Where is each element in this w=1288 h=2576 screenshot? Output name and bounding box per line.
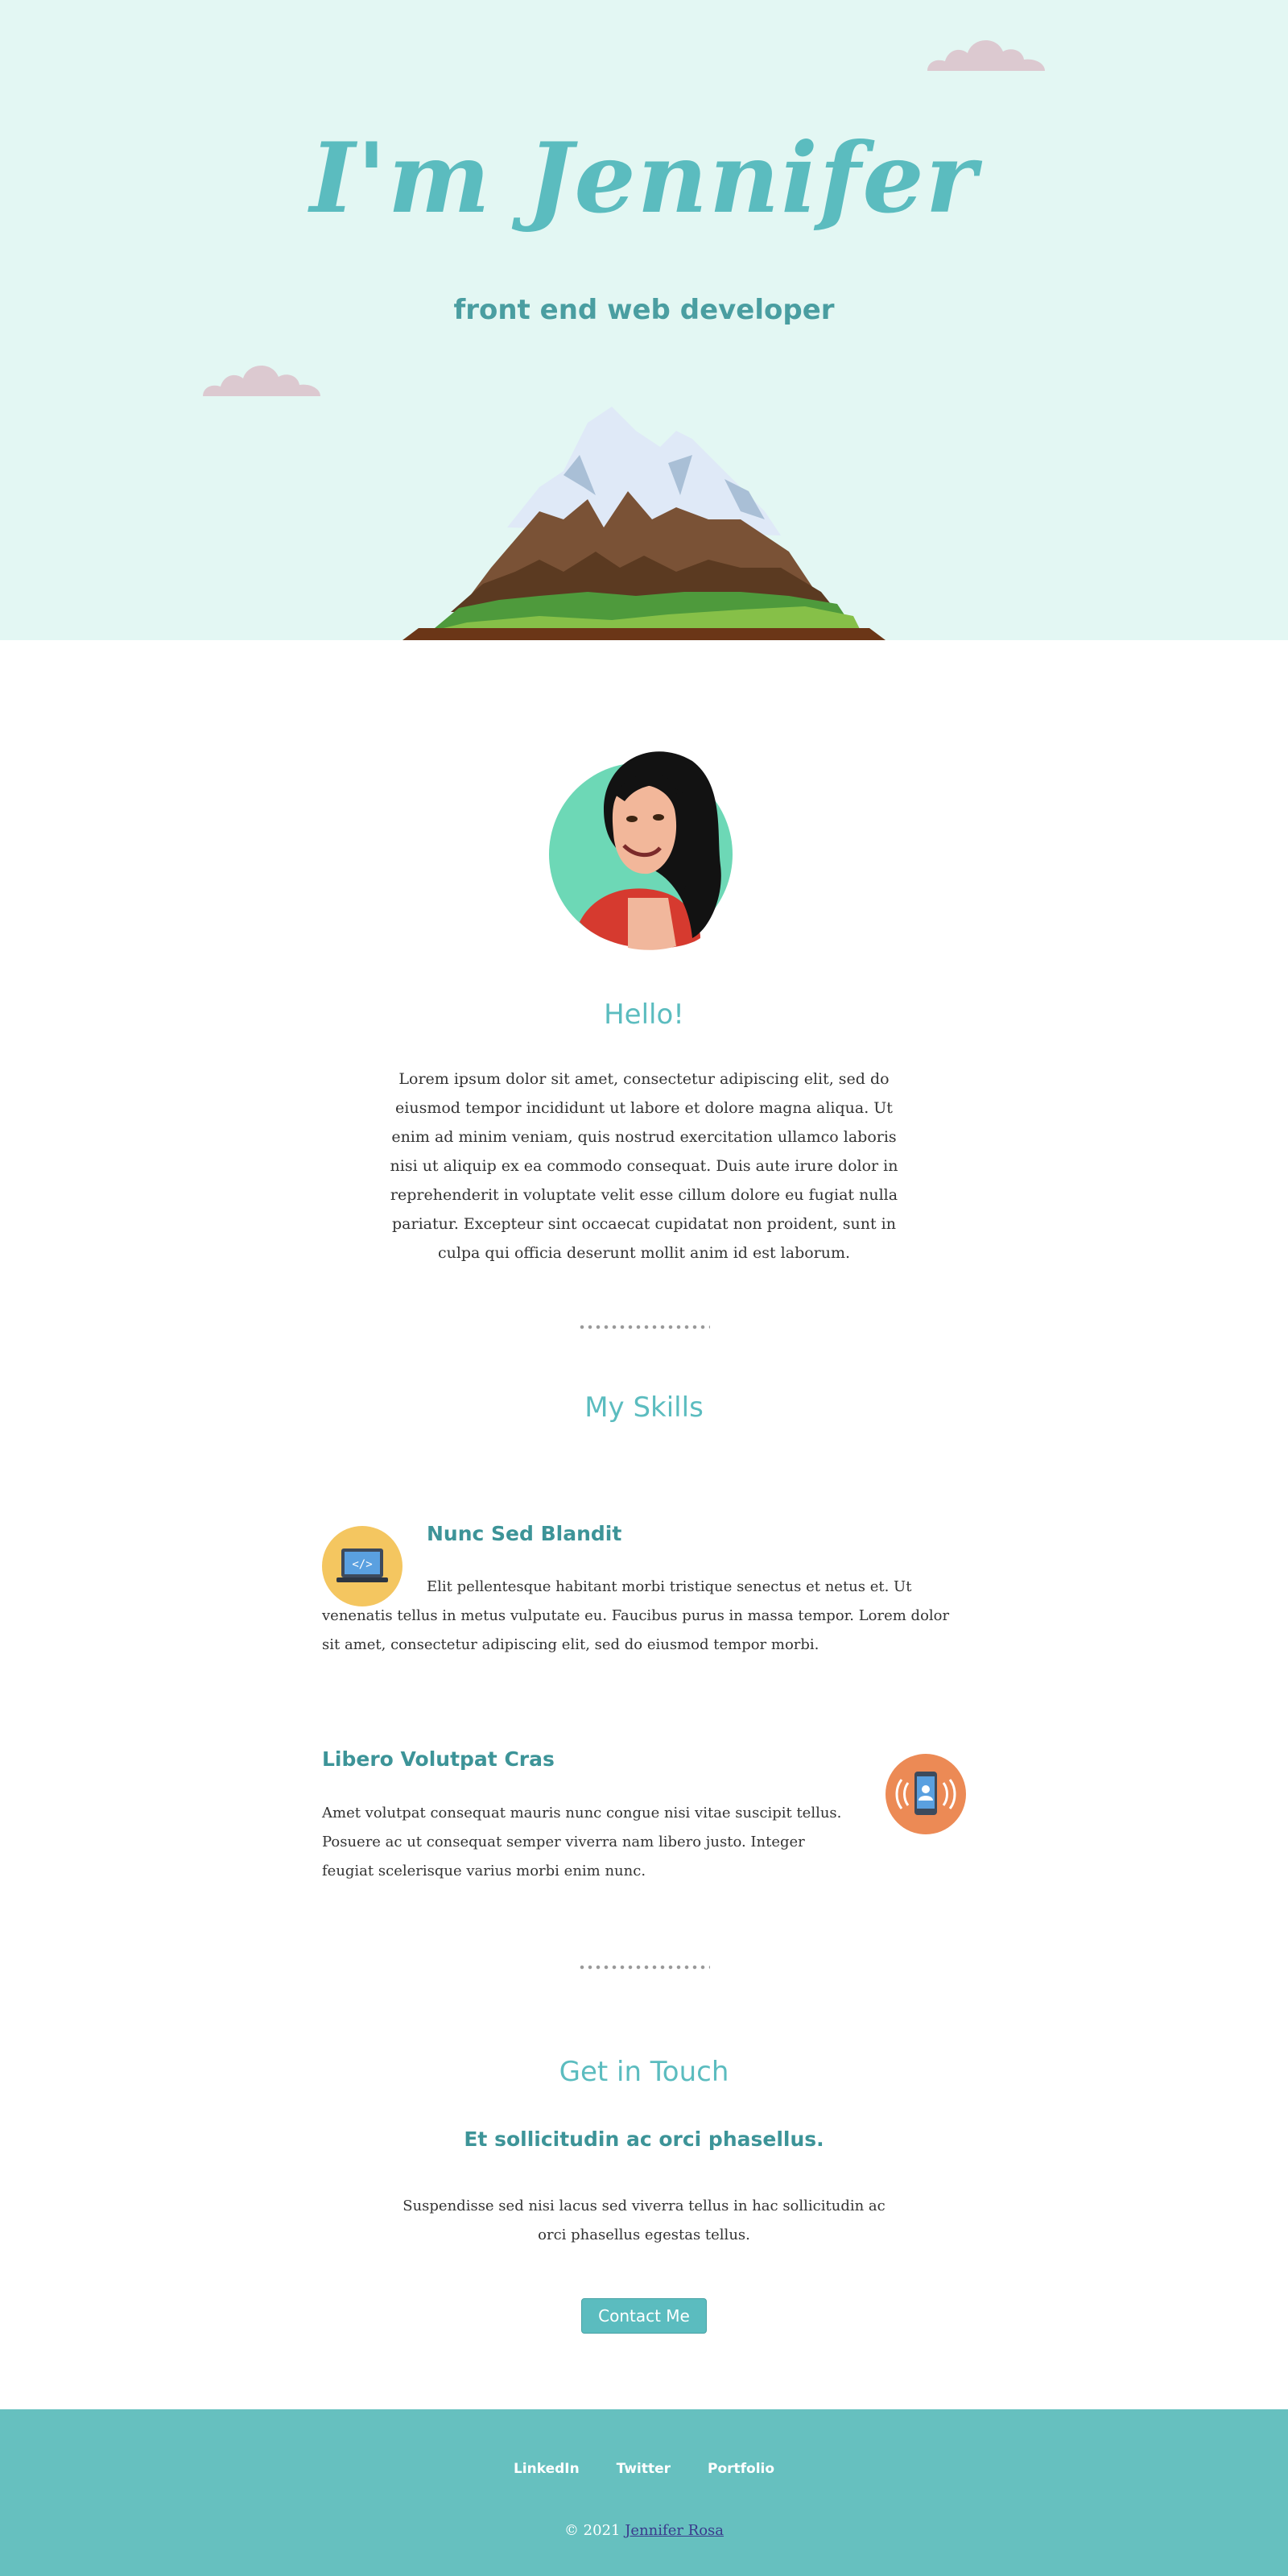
avatar	[549, 751, 733, 950]
about-heading: Hello!	[604, 999, 684, 1031]
mountain-illustration	[402, 407, 886, 640]
skill-title: Nunc Sed Blandit	[427, 1522, 622, 1545]
skill-title: Libero Volutpat Cras	[322, 1747, 555, 1771]
contact-text: Suspendisse sed nisi lacus sed viverra t…	[402, 2198, 886, 2243]
skill-text: Amet volutpat consequat mauris nunc cong…	[322, 1805, 842, 1879]
author-link[interactable]: Jennifer Rosa	[625, 2522, 724, 2539]
skills-heading: My Skills	[584, 1391, 704, 1424]
contact-heading: Get in Touch	[559, 2056, 729, 2088]
cloud-icon	[203, 365, 320, 396]
footer: LinkedIn Twitter Portfolio © 2021 Jennif…	[0, 2409, 1288, 2576]
hero-subtitle: front end web developer	[453, 294, 835, 326]
dotted-divider	[578, 1325, 710, 1329]
mobile-phone-icon	[886, 1754, 966, 1834]
copyright-text: © 2021	[564, 2522, 621, 2539]
contact-subheading: Et sollicitudin ac orci phasellus.	[464, 2127, 824, 2151]
about-text: Lorem ipsum dolor sit amet, consectetur …	[390, 1070, 898, 1262]
svg-text:</>: </>	[352, 1558, 372, 1571]
cloud-icon	[927, 39, 1045, 71]
footer-nav: LinkedIn Twitter Portfolio	[0, 2461, 1288, 2477]
hero-title: I'm Jennifer	[309, 122, 978, 235]
copyright: © 2021 Jennifer Rosa	[0, 2522, 1288, 2539]
skill-text: Elit pellentesque habitant morbi tristiq…	[322, 1578, 950, 1653]
footer-link-linkedin[interactable]: LinkedIn	[514, 2461, 580, 2477]
hero-banner: I'm Jennifer front end web developer	[0, 0, 1288, 640]
footer-link-twitter[interactable]: Twitter	[617, 2461, 671, 2477]
dotted-divider	[578, 1965, 710, 1970]
contact-me-button[interactable]: Contact Me	[581, 2298, 707, 2334]
footer-link-portfolio[interactable]: Portfolio	[708, 2461, 774, 2477]
